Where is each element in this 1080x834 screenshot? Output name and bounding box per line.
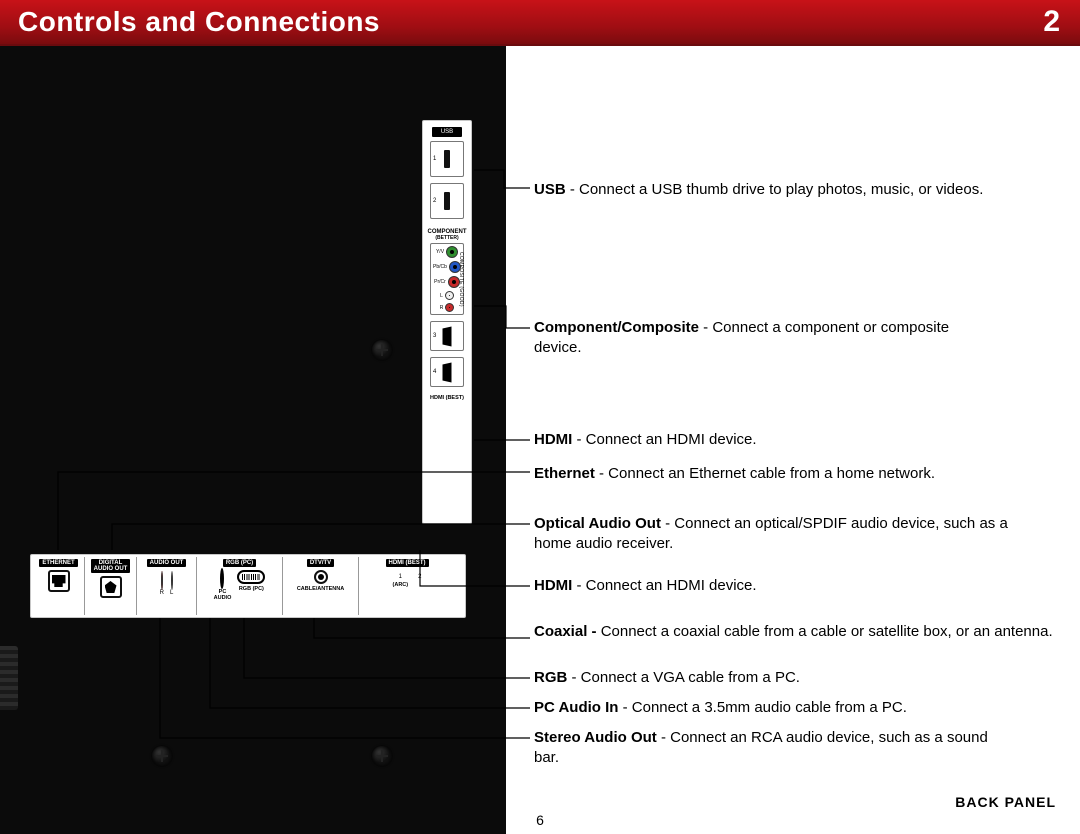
desc-usb: USB - Connect a USB thumb drive to play … [534, 180, 983, 200]
pc-audio-jack-icon [220, 568, 224, 589]
screw-icon [372, 746, 392, 766]
coax-port-icon [314, 570, 328, 584]
vent-fin-icon [0, 646, 18, 710]
chapter-title: Controls and Connections [18, 6, 380, 38]
footer-panel-label: BACK PANEL [955, 794, 1056, 810]
rca-r-icon [445, 303, 454, 312]
usb-section-label: USB [432, 127, 462, 137]
desc-stereo: Stereo Audio Out - Connect an RCA audio … [534, 728, 1004, 769]
rca-l-icon [171, 571, 173, 590]
hdmi-port-4: 4 [430, 357, 464, 387]
back-panel-photo: USB 1 2 COMPONENT (BETTER) COMPOSITE (GO… [0, 46, 506, 834]
component-ports: COMPOSITE (GOOD) Y/V Pb/Cb Pr/Cr L R [430, 243, 464, 315]
ethernet-cell: ETHERNET [33, 557, 85, 615]
rca-pr-icon [448, 276, 460, 288]
vga-port-icon [237, 570, 265, 584]
component-section-sub: (BETTER) [435, 235, 458, 241]
screw-icon [372, 340, 392, 360]
page-number: 6 [0, 812, 1080, 828]
rca-y-icon [446, 246, 458, 258]
desc-pcaudio: PC Audio In - Connect a 3.5mm audio cabl… [534, 698, 907, 718]
digital-audio-out-cell: DIGITALAUDIO OUT [85, 557, 137, 615]
desc-coaxial: Coaxial - Connect a coaxial cable from a… [534, 622, 1054, 642]
bottom-port-strip: ETHERNET DIGITALAUDIO OUT AUDIO OUT R L … [30, 554, 466, 618]
hdmi-best-cell: HDMI (BEST) 1 (ARC) 2 [359, 557, 455, 615]
rgb-pc-cell: RGB (PC) PCAUDIO RGB (PC) [197, 557, 283, 615]
audio-out-cell: AUDIO OUT R L [137, 557, 197, 615]
usb-port-2: 2 [430, 183, 464, 219]
ethernet-port-icon [48, 570, 70, 592]
chapter-number: 2 [1043, 5, 1060, 39]
hdmi-best-side-label: HDMI (BEST) [430, 395, 464, 401]
rca-r-icon [161, 571, 163, 590]
rca-pb-icon [449, 261, 461, 273]
chapter-header: Controls and Connections 2 [0, 0, 1080, 46]
desc-optical: Optical Audio Out - Connect an optical/S… [534, 514, 1044, 555]
desc-hdmi-side: HDMI - Connect an HDMI device. [534, 430, 757, 450]
usb-port-1: 1 [430, 141, 464, 177]
desc-hdmi-bottom: HDMI - Connect an HDMI device. [534, 576, 757, 596]
dtv-tv-cell: DTV/TV CABLE/ANTENNA [283, 557, 359, 615]
rca-l-icon [445, 291, 454, 300]
descriptions-column: USB - Connect a USB thumb drive to play … [534, 46, 1052, 834]
usb-slot-icon [444, 150, 450, 168]
hdmi-slot-icon [443, 362, 452, 382]
desc-ethernet: Ethernet - Connect an Ethernet cable fro… [534, 464, 954, 484]
optical-port-icon [100, 576, 122, 598]
hdmi-slot-icon [443, 326, 452, 346]
side-port-column: USB 1 2 COMPONENT (BETTER) COMPOSITE (GO… [422, 120, 472, 524]
desc-component: Component/Composite - Connect a componen… [534, 318, 954, 359]
screw-icon [152, 746, 172, 766]
hdmi-port-3: 3 [430, 321, 464, 351]
desc-rgb: RGB - Connect a VGA cable from a PC. [534, 668, 800, 688]
usb-slot-icon [444, 192, 450, 210]
